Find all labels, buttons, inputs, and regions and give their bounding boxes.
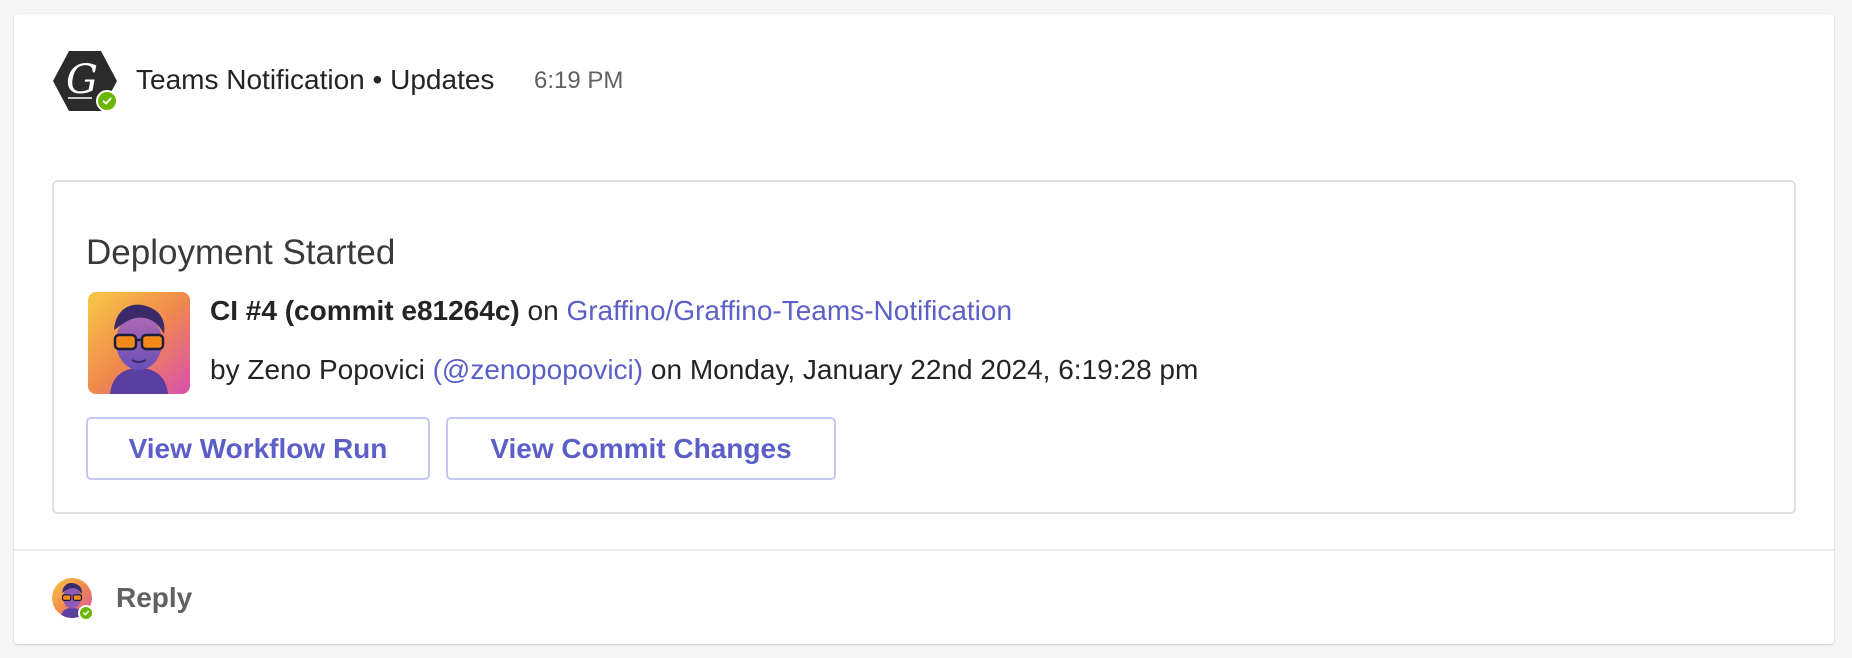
repo-link[interactable]: Graffino/Graffino-Teams-Notification (566, 295, 1012, 326)
sender-separator: • (372, 64, 383, 95)
card-title: Deployment Started (86, 233, 396, 272)
run-summary-line: CI #4 (commit e81264c) on Graffino/Graff… (210, 293, 1012, 329)
adaptive-card: Deployment Started CI #4 (commit e81264c… (52, 180, 1796, 514)
message-post: G Teams Notification • Updates 6:19 PM D… (14, 14, 1834, 644)
app-avatar[interactable]: G (52, 48, 118, 114)
run-label: CI #4 (commit e81264c) (210, 295, 520, 326)
reply-button[interactable]: Reply (116, 581, 192, 615)
channel-name: Updates (390, 64, 495, 95)
message-header: G Teams Notification • Updates 6:19 PM (14, 14, 1834, 154)
message-timestamp: 6:19 PM (534, 67, 624, 94)
author-name: by Zeno Popovici (210, 354, 425, 385)
on-text: on (527, 295, 559, 326)
svg-text:G: G (66, 57, 98, 103)
presence-available-icon (78, 605, 94, 621)
author-username-link[interactable]: (@zenopopovici) (433, 354, 644, 385)
sender-name[interactable]: Teams Notification (136, 64, 365, 95)
view-workflow-run-button[interactable]: View Workflow Run (86, 417, 430, 480)
commit-date: on Monday, January 22nd 2024, 6:19:28 pm (650, 354, 1199, 385)
view-commit-changes-button[interactable]: View Commit Changes (446, 417, 836, 480)
reply-row[interactable]: Reply (14, 551, 1834, 644)
commit-author-avatar (88, 292, 190, 394)
sender-line: Teams Notification • Updates (136, 63, 494, 97)
author-line: by Zeno Popovici (@zenopopovici) on Mond… (210, 352, 1198, 388)
current-user-avatar (52, 578, 94, 621)
presence-available-icon (96, 90, 118, 112)
